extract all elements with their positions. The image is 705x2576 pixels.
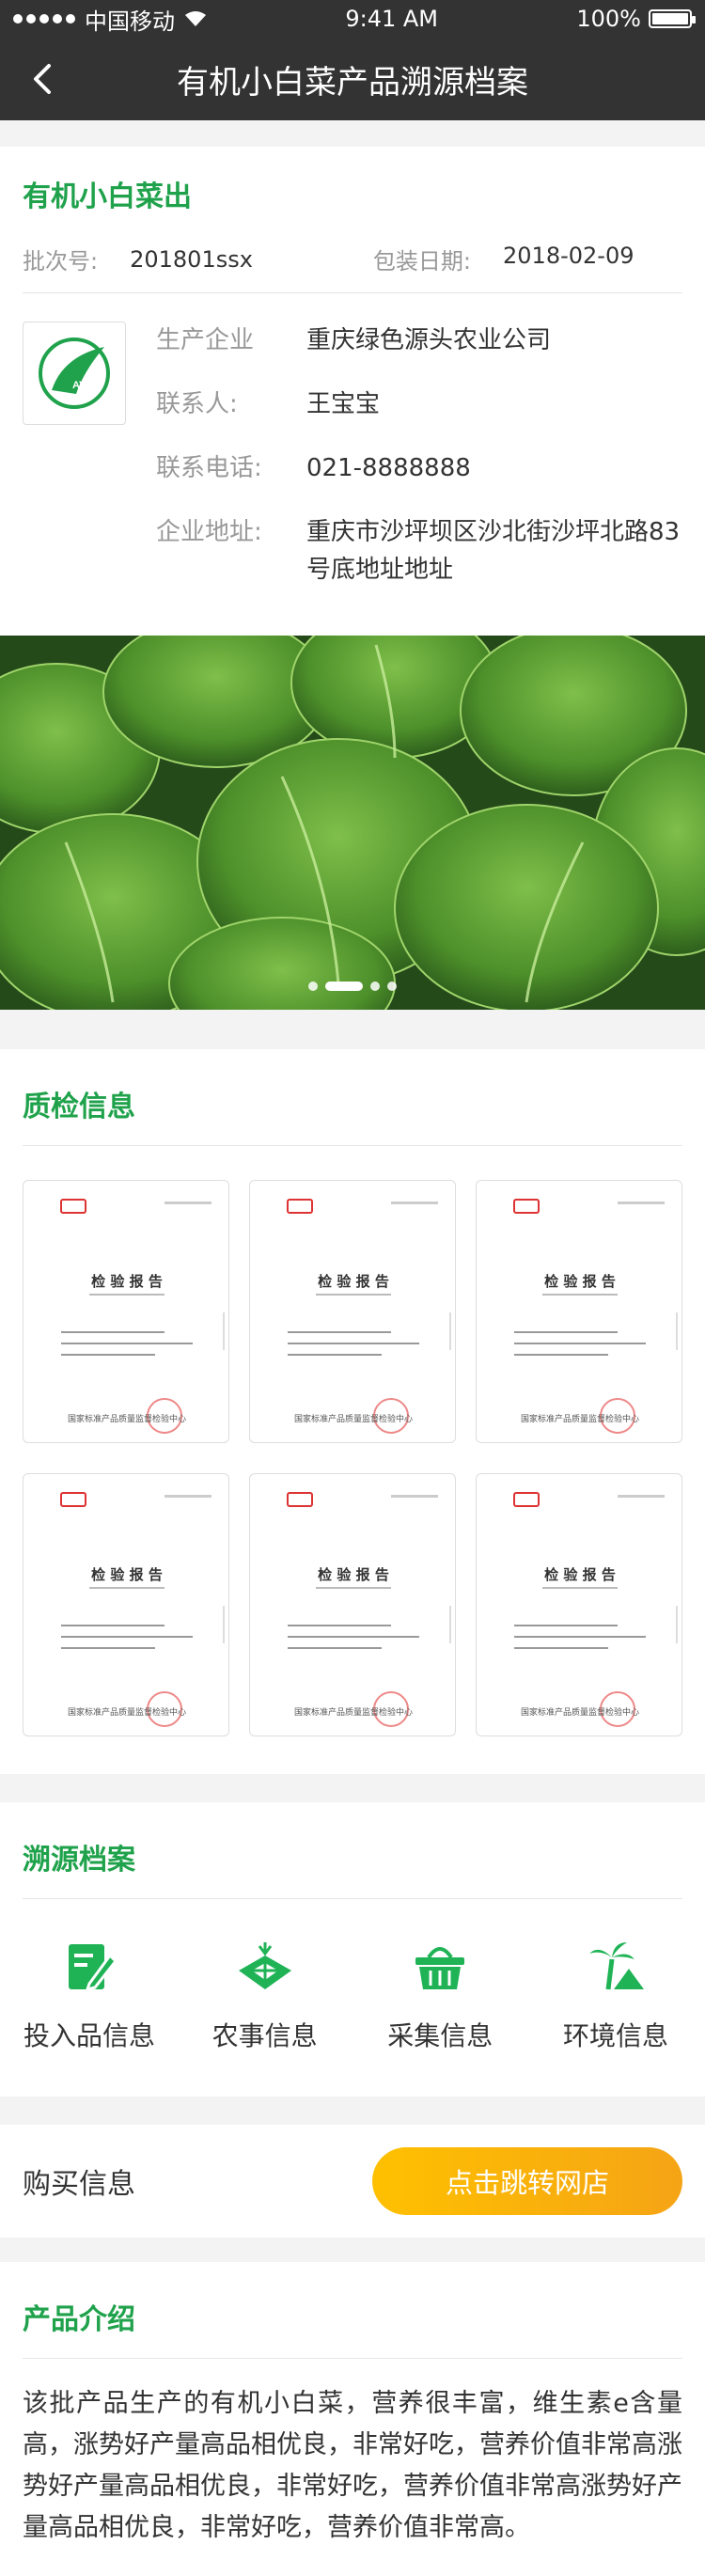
- intro-section: 产品介绍 该批产品生产的有机小白菜，营养很丰富，维生素e含量高，涨势好产量高品相…: [0, 2262, 705, 2576]
- report-footer: 国家标准产品质量监督检验中心: [294, 1706, 413, 1718]
- palm-tree-icon: [588, 1942, 644, 1990]
- farming-icon: [238, 1942, 291, 1989]
- battery-icon: [649, 9, 696, 28]
- report-heading: 检 验 报 告: [318, 1566, 389, 1583]
- bok-choy-photo: [0, 636, 705, 1010]
- trace-item-environment[interactable]: 环境信息: [545, 1937, 686, 2053]
- trace-item-input[interactable]: 投入品信息: [19, 1937, 160, 2053]
- buy-section: 购买信息 点击跳转网店: [0, 2125, 705, 2238]
- nav-bar: 有机小白菜产品溯源档案: [0, 38, 705, 120]
- batch-value: 201801ssx: [130, 245, 253, 273]
- report-heading: 检 验 报 告: [91, 1566, 163, 1583]
- buy-label: 购买信息: [23, 2168, 135, 2201]
- product-name: 有机小白菜出: [23, 181, 192, 213]
- pack-date-value: 2018-02-09: [503, 243, 634, 269]
- carrier-name: 中国移动: [85, 8, 175, 35]
- phone-row: 联系电话: 021-8888888: [156, 449, 682, 487]
- trace-item-harvest[interactable]: 采集信息: [369, 1937, 510, 2053]
- report-footer: 国家标准产品质量监督检验中心: [68, 1706, 186, 1718]
- report-heading: 检 验 报 告: [544, 1566, 616, 1583]
- product-photo-carousel[interactable]: [0, 636, 705, 1010]
- inspection-report-thumbnail[interactable]: 检 验 报 告国家标准产品质量监督检验中心: [249, 1180, 456, 1443]
- batch-row: 批次号: 201801ssx 包装日期: 2018-02-09: [23, 226, 682, 293]
- report-heading: 检 验 报 告: [318, 1273, 389, 1290]
- contact-row: 联系人: 王宝宝: [156, 385, 682, 423]
- address-row: 企业地址: 重庆市沙坪坝区沙北街沙坪北路83号底地址地址: [156, 513, 682, 589]
- signal-icon: [13, 14, 75, 24]
- company-logo: AVIC: [23, 322, 126, 425]
- report-footer: 国家标准产品质量监督检验中心: [68, 1413, 186, 1424]
- quality-section: 质检信息 检 验 报 告国家标准产品质量监督检验中心检 验 报 告国家标准产品质…: [0, 1049, 705, 1774]
- page-title: 有机小白菜产品溯源档案: [177, 63, 528, 102]
- inspection-report-thumbnail[interactable]: 检 验 报 告国家标准产品质量监督检验中心: [476, 1180, 682, 1443]
- basket-icon: [415, 1947, 465, 1989]
- company-info: AVIC 生产企业 重庆绿色源头农业公司 联系人: 王宝宝 联系电话: 021-…: [23, 293, 682, 636]
- phone-number[interactable]: 021-8888888: [306, 449, 471, 487]
- inspection-report-thumbnail[interactable]: 检 验 报 告国家标准产品质量监督检验中心: [23, 1180, 229, 1443]
- report-grid: 检 验 报 告国家标准产品质量监督检验中心检 验 报 告国家标准产品质量监督检验…: [0, 1146, 705, 1774]
- company-name-row: 生产企业 重庆绿色源头农业公司: [156, 322, 682, 359]
- trace-section: 溯源档案 投入品信息 农事信息 采集信息 环境信息: [0, 1802, 705, 2097]
- wifi-icon: [185, 11, 206, 26]
- intro-title: 产品介绍: [23, 2303, 135, 2336]
- svg-text:AVIC: AVIC: [72, 380, 97, 391]
- report-heading: 检 验 报 告: [91, 1273, 163, 1290]
- intro-text: 该批产品生产的有机小白菜，营养很丰富，维生素e含量高，涨势好产量高品相优良，非常…: [23, 2389, 682, 2542]
- company-name: 重庆绿色源头农业公司: [306, 326, 552, 354]
- back-arrow-icon[interactable]: [23, 58, 64, 100]
- pack-date-label: 包装日期:: [372, 248, 472, 275]
- inspection-report-thumbnail[interactable]: 检 验 报 告国家标准产品质量监督检验中心: [23, 1473, 229, 1736]
- go-to-shop-button[interactable]: 点击跳转网店: [372, 2147, 682, 2215]
- report-footer: 国家标准产品质量监督检验中心: [521, 1706, 639, 1718]
- inspection-report-thumbnail[interactable]: 检 验 报 告国家标准产品质量监督检验中心: [476, 1473, 682, 1736]
- product-basic-card: 有机小白菜出 批次号: 201801ssx 包装日期: 2018-02-09 A…: [0, 147, 705, 1010]
- report-footer: 国家标准产品质量监督检验中心: [521, 1413, 639, 1424]
- quality-title: 质检信息: [23, 1091, 135, 1123]
- batch-label: 批次号:: [23, 248, 99, 275]
- input-icon: [69, 1944, 118, 1992]
- address-value: 重庆市沙坪坝区沙北街沙坪北路83号底地址地址: [306, 518, 681, 584]
- trace-item-farming[interactable]: 农事信息: [195, 1937, 336, 2053]
- carousel-pager[interactable]: [0, 982, 705, 991]
- trace-title: 溯源档案: [23, 1844, 135, 1877]
- status-time: 9:41 AM: [345, 6, 439, 32]
- status-bar: 中国移动 9:41 AM 100%: [0, 0, 705, 38]
- contact-name: 王宝宝: [306, 390, 381, 418]
- report-footer: 国家标准产品质量监督检验中心: [294, 1413, 413, 1424]
- report-heading: 检 验 报 告: [544, 1273, 616, 1290]
- inspection-report-thumbnail[interactable]: 检 验 报 告国家标准产品质量监督检验中心: [249, 1473, 456, 1736]
- battery-percent: 100%: [576, 6, 641, 32]
